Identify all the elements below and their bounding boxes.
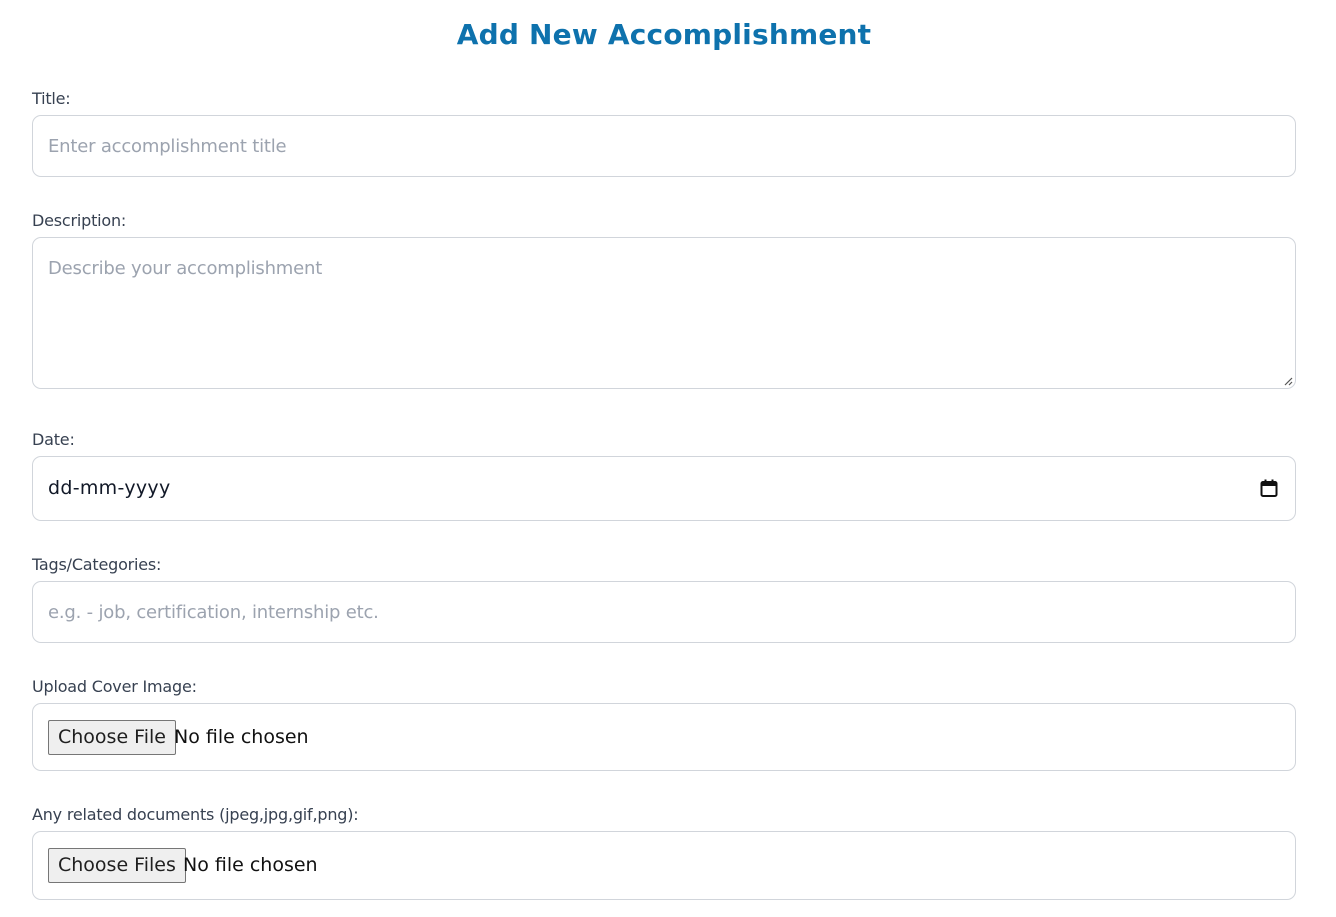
cover-image-status: No file chosen	[174, 726, 309, 748]
resize-grip-icon[interactable]	[1282, 375, 1293, 386]
description-label: Description:	[32, 211, 127, 230]
date-value: dd-mm-yyyy	[48, 477, 171, 499]
tags-label: Tags/Categories:	[32, 555, 162, 574]
documents-label: Any related documents (jpeg,jpg,gif,png)…	[32, 805, 359, 824]
date-label: Date:	[32, 430, 75, 449]
documents-input[interactable]: Choose Files No file chosen	[32, 831, 1296, 900]
title-input[interactable]: Enter accomplishment title	[32, 115, 1296, 177]
description-textarea[interactable]: Describe your accomplishment	[32, 237, 1296, 389]
title-label: Title:	[32, 89, 71, 108]
date-input[interactable]: dd-mm-yyyy	[32, 456, 1296, 521]
cover-image-input[interactable]: Choose File No file chosen	[32, 703, 1296, 771]
cover-image-label: Upload Cover Image:	[32, 677, 197, 696]
choose-files-button[interactable]: Choose Files	[48, 848, 186, 883]
tags-input[interactable]: e.g. - job, certification, internship et…	[32, 581, 1296, 643]
title-placeholder: Enter accomplishment title	[48, 136, 287, 157]
form-heading: Add New Accomplishment	[456, 18, 872, 51]
tags-placeholder: e.g. - job, certification, internship et…	[48, 602, 379, 623]
calendar-icon[interactable]	[1260, 479, 1278, 497]
documents-status: No file chosen	[183, 854, 318, 876]
description-placeholder: Describe your accomplishment	[48, 258, 323, 279]
choose-file-button[interactable]: Choose File	[48, 720, 176, 755]
